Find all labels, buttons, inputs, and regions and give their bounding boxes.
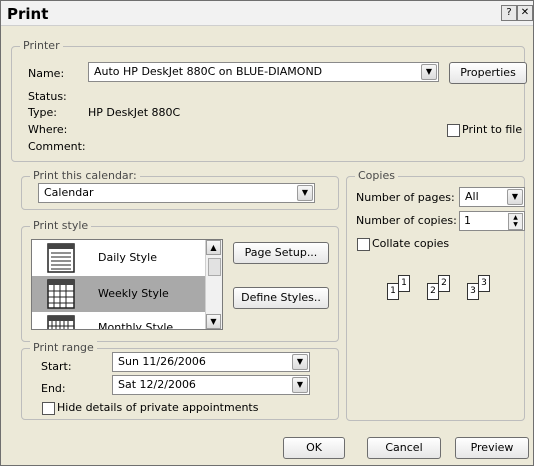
scroll-down-icon[interactable]: ▼ [206, 314, 221, 329]
calendar-dropdown[interactable]: Calendar ▼ [38, 183, 315, 203]
list-item-daily[interactable]: Daily Style [32, 240, 205, 276]
comment-label: Comment: [28, 140, 86, 153]
chevron-down-icon[interactable]: ▼ [507, 189, 523, 205]
list-item-label: Monthly Style [98, 321, 174, 330]
calendar-value: Calendar [44, 186, 94, 199]
print-range-legend: Print range [30, 341, 97, 354]
collate-page-icon: 3 [478, 275, 490, 292]
chevron-down-icon[interactable]: ▼ [292, 354, 308, 370]
define-styles-button[interactable]: Define Styles.. [233, 287, 329, 309]
end-date-value: Sat 12/2/2006 [118, 378, 196, 391]
number-of-pages-dropdown[interactable]: All ▼ [459, 187, 525, 207]
title-bar: Print ? ✕ [1, 1, 533, 26]
printer-name-value: Auto HP DeskJet 880C on BLUE-DIAMOND [94, 65, 323, 78]
chevron-down-icon[interactable]: ▼ [421, 64, 437, 80]
preview-button[interactable]: Preview [455, 437, 529, 459]
properties-button[interactable]: Properties [449, 62, 527, 84]
print-to-file-label[interactable]: Print to file [462, 123, 522, 136]
chevron-down-icon[interactable]: ▼ [297, 185, 313, 201]
help-icon[interactable]: ? [501, 5, 517, 21]
print-style-list[interactable]: Daily Style Weekly Style Monthly Style ▲… [31, 239, 223, 330]
end-label: End: [41, 382, 66, 395]
style-list-scrollbar[interactable]: ▲ ▼ [205, 240, 222, 329]
close-icon[interactable]: ✕ [517, 5, 533, 21]
where-label: Where: [28, 123, 68, 136]
print-style-legend: Print style [30, 219, 92, 232]
list-item-label: Weekly Style [98, 287, 169, 300]
printer-name-dropdown[interactable]: Auto HP DeskJet 880C on BLUE-DIAMOND ▼ [88, 62, 439, 82]
chevron-down-icon[interactable]: ▼ [292, 377, 308, 393]
number-of-pages-value: All [465, 190, 479, 203]
printer-name-label: Name: [28, 67, 65, 80]
list-item-weekly[interactable]: Weekly Style [32, 276, 205, 312]
print-to-file-checkbox[interactable] [447, 124, 460, 137]
list-item-label: Daily Style [98, 251, 157, 264]
collate-page-icon: 1 [398, 275, 410, 292]
number-of-copies-spinner[interactable]: 1 ▲ ▼ [459, 211, 525, 231]
scroll-thumb[interactable] [208, 258, 221, 276]
printer-legend: Printer [20, 39, 63, 52]
number-of-copies-label: Number of copies: [356, 214, 457, 227]
calendar-legend: Print this calendar: [30, 169, 140, 182]
start-date-value: Sun 11/26/2006 [118, 355, 206, 368]
status-label: Status: [28, 90, 67, 103]
calendar-icon [47, 279, 75, 309]
hide-private-label[interactable]: Hide details of private appointments [57, 401, 258, 414]
copies-legend: Copies [355, 169, 398, 182]
start-label: Start: [41, 360, 72, 373]
hide-private-checkbox[interactable] [42, 402, 55, 415]
number-of-copies-value: 1 [464, 214, 471, 227]
collate-copies-label[interactable]: Collate copies [372, 237, 449, 250]
list-item-monthly[interactable]: Monthly Style [32, 312, 205, 330]
calendar-icon [47, 315, 75, 329]
number-of-pages-label: Number of pages: [356, 191, 455, 204]
spinner-icon[interactable]: ▲ ▼ [508, 213, 523, 230]
print-dialog: Print ? ✕ Printer Name: Auto HP DeskJet … [0, 0, 534, 466]
collate-illustration: 1 1 2 2 3 3 [387, 269, 502, 303]
type-label: Type: [28, 106, 57, 119]
start-date-dropdown[interactable]: Sun 11/26/2006 ▼ [112, 352, 310, 372]
ok-button[interactable]: OK [283, 437, 345, 459]
type-value: HP DeskJet 880C [88, 106, 181, 119]
collate-page-icon: 2 [438, 275, 450, 292]
scroll-up-icon[interactable]: ▲ [206, 240, 221, 255]
page-setup-button[interactable]: Page Setup... [233, 242, 329, 264]
end-date-dropdown[interactable]: Sat 12/2/2006 ▼ [112, 375, 310, 395]
calendar-icon [47, 243, 75, 273]
cancel-button[interactable]: Cancel [367, 437, 441, 459]
collate-copies-checkbox[interactable] [357, 238, 370, 251]
window-title: Print [7, 5, 49, 23]
